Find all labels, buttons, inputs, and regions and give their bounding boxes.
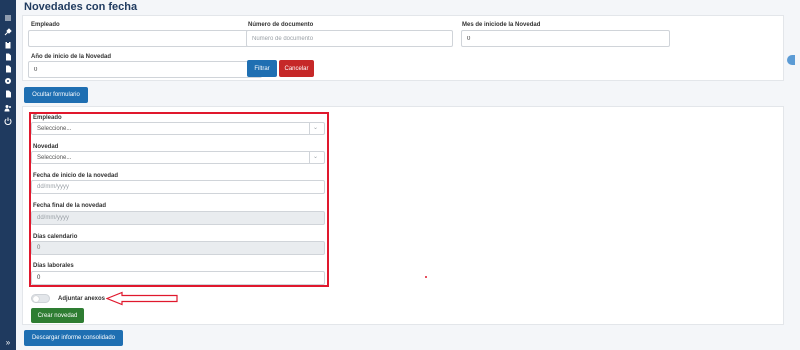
- fecha-final-label: Fecha final de la novedad: [33, 203, 107, 209]
- adjuntar-anexos-toggle[interactable]: [31, 294, 50, 303]
- filter-anio-input[interactable]: [28, 61, 262, 78]
- empleado-label: Empleado: [33, 115, 62, 121]
- chevron-down-icon: ⌄: [309, 123, 321, 134]
- dias-laborales-label: Días laborales: [33, 263, 74, 269]
- highlight-annotation: [29, 112, 329, 287]
- chevron-down-icon: ⌄: [309, 152, 321, 163]
- side-panel-handle[interactable]: [787, 55, 795, 65]
- download-report-button[interactable]: Descargar informe consolidado: [24, 330, 123, 346]
- document-icon[interactable]: [4, 53, 12, 61]
- power-icon[interactable]: [4, 117, 12, 125]
- filter-button[interactable]: Filtrar: [247, 60, 277, 77]
- page-title: Novedades con fecha: [24, 1, 138, 13]
- marker-dot: [425, 276, 427, 278]
- dias-calendario-label: Días calendario: [33, 234, 78, 240]
- fecha-inicio-label: Fecha de inicio de la novedad: [33, 173, 119, 179]
- toggle-knob: [33, 296, 39, 302]
- novedad-form: Empleado Seleccione... ⌄ Novedad Selecci…: [22, 106, 784, 325]
- novedad-select-value: Seleccione...: [37, 155, 72, 161]
- document-icon[interactable]: [4, 90, 12, 98]
- filter-empleado-label: Empleado: [31, 22, 60, 28]
- dias-calendario-input: 0: [31, 241, 325, 255]
- dias-laborales-input[interactable]: 0: [31, 271, 325, 285]
- cancel-button[interactable]: Cancelar: [279, 60, 314, 77]
- fecha-final-input: dd/mm/yyyy: [31, 211, 325, 225]
- fecha-inicio-input[interactable]: dd/mm/yyyy: [31, 180, 325, 194]
- novedad-label: Novedad: [33, 144, 59, 150]
- novedad-select[interactable]: Seleccione... ⌄: [31, 151, 325, 164]
- filter-panel: Empleado Número de documento Mes de inic…: [22, 15, 784, 81]
- create-novedad-button[interactable]: Crear novedad: [31, 308, 84, 323]
- expand-sidebar-icon[interactable]: »: [3, 339, 13, 347]
- empleado-select-value: Seleccione...: [37, 126, 72, 132]
- empleado-select[interactable]: Seleccione... ⌄: [31, 122, 325, 135]
- arrow-annotation-icon: [106, 291, 178, 306]
- filter-mes-label: Mes de iniciode la Novedad: [462, 22, 541, 28]
- adjuntar-anexos-label: Adjuntar anexos: [58, 296, 106, 302]
- document-icon[interactable]: [4, 65, 12, 73]
- menu-icon[interactable]: [4, 14, 12, 22]
- filter-empleado-input[interactable]: [28, 30, 262, 47]
- hide-form-button[interactable]: Ocultar formulario: [24, 87, 88, 103]
- filter-anio-label: Año de inicio de la Novedad: [31, 54, 112, 60]
- sidebar: »: [0, 0, 16, 350]
- filter-documento-label: Número de documento: [248, 22, 314, 28]
- tools-icon[interactable]: [4, 28, 12, 36]
- users-icon[interactable]: [4, 104, 12, 112]
- gear-icon[interactable]: [4, 77, 12, 85]
- clipboard-icon[interactable]: [4, 41, 12, 49]
- filter-mes-input[interactable]: [461, 30, 670, 47]
- filter-documento-input[interactable]: [246, 30, 453, 47]
